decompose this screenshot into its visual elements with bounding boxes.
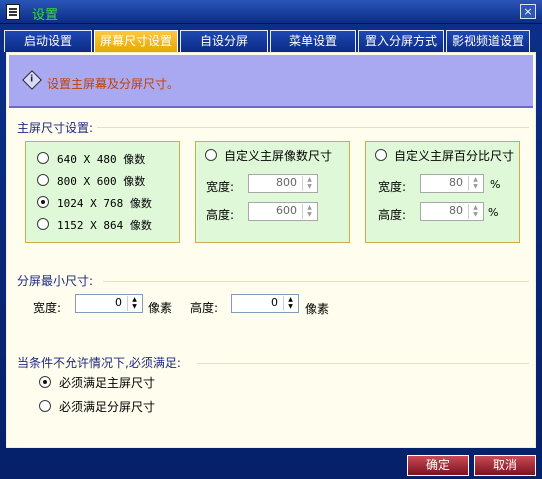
preset-radio-1024[interactable]: [37, 196, 49, 208]
custom-percent-width-label: 宽度:: [378, 180, 407, 194]
percent-unit: %: [490, 178, 501, 191]
custom-pixel-height-input[interactable]: 600 ▲ ▼: [248, 202, 318, 221]
spin-buttons[interactable]: ▲ ▼: [468, 176, 482, 191]
custom-percent-label: 自定义主屏百分比尺寸: [394, 149, 515, 163]
info-diamond-icon: i: [22, 70, 42, 90]
spin-buttons[interactable]: ▲ ▼: [302, 204, 316, 219]
title-bar[interactable]: 设置 ×: [0, 0, 542, 24]
custom-pixel-width-value: 800: [276, 176, 297, 189]
custom-pixel-height-label: 高度:: [206, 208, 235, 222]
preset-radio-800[interactable]: [37, 174, 49, 186]
tab-menu[interactable]: 菜单设置: [270, 30, 356, 52]
conflict-label: 当条件不允许情况下,必须满足:: [17, 356, 181, 370]
must-main-radio[interactable]: [39, 376, 51, 388]
split-width-input[interactable]: 0 ▲ ▼: [75, 294, 143, 313]
hint-text: 设置主屏幕及分屏尺寸。: [47, 77, 180, 91]
window-title: 设置: [32, 8, 59, 23]
spin-buttons[interactable]: ▲ ▼: [468, 204, 482, 219]
preset-label-800: 800 X 600 像数: [57, 175, 146, 188]
custom-pixel-group: 自定义主屏像数尺寸 宽度: 800 ▲ ▼ 高度: 600 ▲ ▼: [195, 141, 350, 243]
settings-window: 设置 × 启动设置 屏幕尺寸设置 自设分屏 菜单设置 置入分屏方式 影视频道设置…: [0, 0, 542, 479]
must-split-label: 必须满足分屏尺寸: [59, 400, 156, 414]
cancel-button[interactable]: 取消: [474, 455, 536, 476]
must-split-radio[interactable]: [39, 400, 51, 412]
spin-buttons[interactable]: ▲ ▼: [127, 296, 141, 311]
split-height-input[interactable]: 0 ▲ ▼: [231, 294, 299, 313]
custom-pixel-radio[interactable]: [205, 149, 217, 161]
split-min-label: 分屏最小尺寸:: [17, 274, 94, 288]
custom-pixel-width-input[interactable]: 800 ▲ ▼: [248, 174, 318, 193]
screen-size-panel: i 设置主屏幕及分屏尺寸。 主屏尺寸设置: 640 X 480 像数 800 X…: [6, 52, 536, 448]
close-button[interactable]: ×: [520, 4, 536, 19]
app-icon: [6, 4, 20, 20]
preset-size-group: 640 X 480 像数 800 X 600 像数 1024 X 768 像数 …: [25, 141, 180, 243]
hint-bar: i 设置主屏幕及分屏尺寸。: [9, 55, 533, 108]
divider: [97, 127, 529, 128]
tab-bar: 启动设置 屏幕尺寸设置 自设分屏 菜单设置 置入分屏方式 影视频道设置: [4, 30, 538, 52]
custom-percent-width-value: 80: [449, 176, 463, 189]
preset-label-1152: 1152 X 864 像数: [57, 219, 152, 232]
custom-percent-width-input[interactable]: 80 ▲ ▼: [420, 174, 484, 193]
tab-video-channel[interactable]: 影视频道设置: [446, 30, 530, 52]
tab-custom-split[interactable]: 自设分屏: [180, 30, 268, 52]
custom-percent-height-input[interactable]: 80 ▲ ▼: [420, 202, 484, 221]
tab-screen-size[interactable]: 屏幕尺寸设置: [94, 30, 178, 52]
divider: [103, 281, 529, 282]
split-width-value: 0: [115, 296, 122, 309]
custom-percent-height-value: 80: [449, 204, 463, 217]
percent-unit: %: [488, 206, 499, 219]
split-width-label: 宽度:: [33, 301, 62, 315]
tab-startup[interactable]: 启动设置: [4, 30, 92, 52]
main-size-label: 主屏尺寸设置:: [17, 121, 94, 135]
spin-buttons[interactable]: ▲ ▼: [283, 296, 297, 311]
spin-buttons[interactable]: ▲ ▼: [302, 176, 316, 191]
preset-radio-640[interactable]: [37, 152, 49, 164]
tab-split-mode[interactable]: 置入分屏方式: [358, 30, 444, 52]
must-main-label: 必须满足主屏尺寸: [59, 376, 156, 390]
divider: [197, 363, 529, 364]
custom-pixel-label: 自定义主屏像数尺寸: [224, 149, 333, 163]
split-height-value: 0: [271, 296, 278, 309]
split-height-unit: 像素: [305, 302, 330, 316]
ok-button[interactable]: 确定: [407, 455, 469, 476]
split-height-label: 高度:: [190, 301, 219, 315]
custom-pixel-width-label: 宽度:: [206, 180, 235, 194]
custom-percent-group: 自定义主屏百分比尺寸 宽度: 80 ▲ ▼ % 高度: 80 ▲ ▼ %: [365, 141, 520, 243]
preset-label-1024: 1024 X 768 像数: [57, 197, 152, 210]
custom-pixel-height-value: 600: [276, 204, 297, 217]
split-width-unit: 像素: [148, 301, 173, 315]
custom-percent-radio[interactable]: [375, 149, 387, 161]
preset-radio-1152[interactable]: [37, 218, 49, 230]
preset-label-640: 640 X 480 像数: [57, 153, 146, 166]
custom-percent-height-label: 高度:: [378, 208, 407, 222]
